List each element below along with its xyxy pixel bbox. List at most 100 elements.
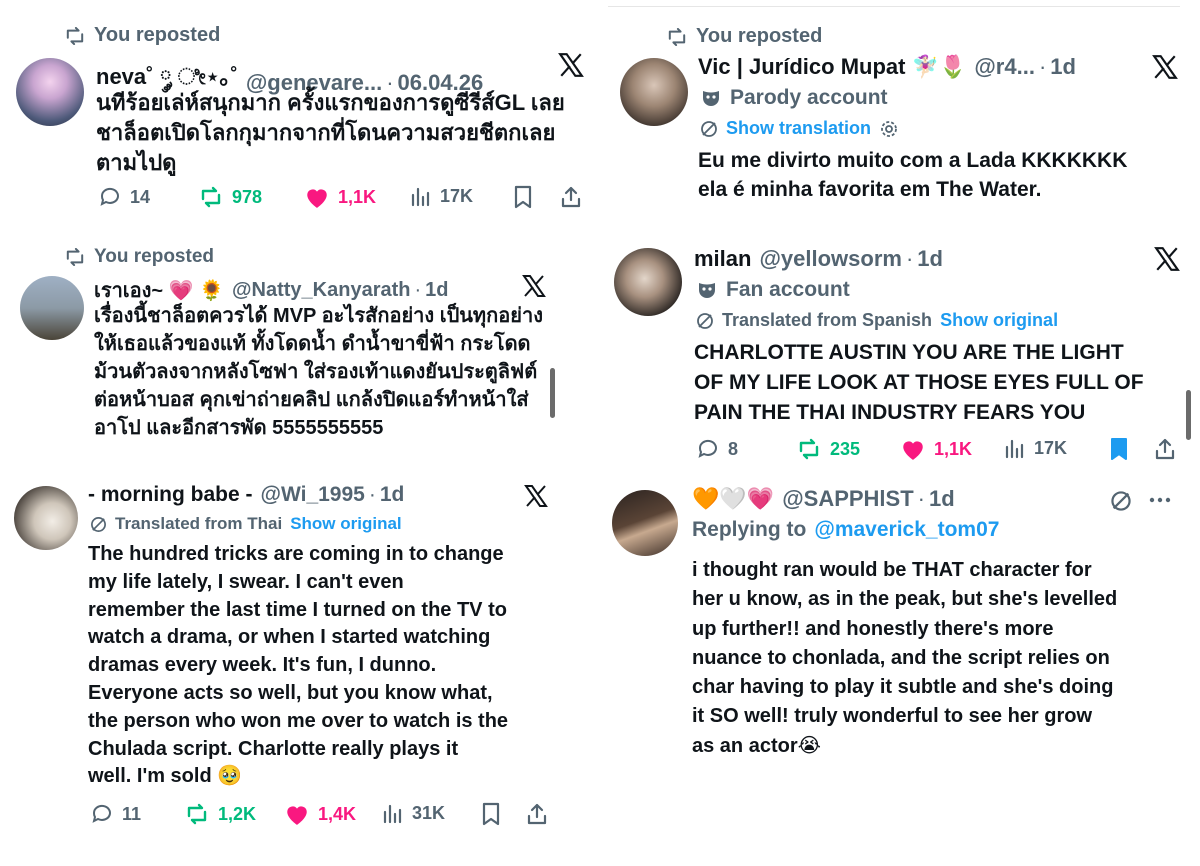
bookmark-button[interactable] [480,802,502,826]
reply-icon [100,187,119,206]
bookmark-icon [1111,438,1127,460]
globe-icon [701,120,717,137]
avatar[interactable] [614,248,682,316]
timestamp[interactable]: 1d [1050,54,1076,80]
tweet-line: her u know, as in the peak, but she's le… [692,588,1118,611]
handle[interactable]: @r4... [974,54,1035,80]
scrollbar-thumb[interactable] [550,368,555,418]
tweet-header: Vic | Jurídico Mupat 🧚🏻‍♀️🌷 @r4... · 1d [698,54,1076,80]
more-icon[interactable] [1148,496,1172,504]
tweet-line: Everyone acts so well, but you know what… [88,681,493,704]
tweet-line: PAIN THE THAI INDUSTRY FEARS YOU [694,401,1086,424]
tweet-line: ตามไปดู [96,150,177,175]
show-original-link[interactable]: Show original [290,514,401,534]
handle[interactable]: @Wi_1995 [261,483,365,507]
like-button[interactable]: 1,1K [304,185,376,209]
share-button[interactable] [526,802,548,826]
views-icon [1005,439,1024,459]
display-name[interactable]: Vic | Jurídico Mupat 🧚🏻‍♀️🌷 [698,54,966,80]
tweet-text: เรื่องนี้ชาล็อตควรได้ MVP อะไรสักอย่าง เ… [94,302,554,442]
repost-button[interactable]: 978 [198,185,262,209]
bookmark-button[interactable] [512,185,534,209]
views-button[interactable]: 17K [410,185,473,207]
x-logo-icon [522,275,546,297]
show-translation-link[interactable]: Show translation [726,118,871,139]
parody-label: Parody account [730,86,888,109]
tweet-text: The hundred tricks are coming in to chan… [88,541,558,791]
timestamp[interactable]: 1d [929,486,955,512]
repost-icon [799,438,819,460]
views-count: 17K [440,185,474,206]
globe-icon[interactable] [1110,490,1132,512]
repost-icon [66,26,84,45]
mask-icon [703,91,719,106]
tweet-line: dramas every week. It's fun, I dunno. [88,654,437,677]
avatar[interactable] [612,490,678,556]
display-name[interactable]: - morning babe - [88,483,253,507]
repost-icon [201,186,221,208]
tweet-line: ม้วนตัวลงจากหลังโซฟา ใส่รองเท้าแดงยันประ… [94,361,538,383]
views-button[interactable]: 17K [1004,437,1067,459]
tweet-header: - morning babe - @Wi_1995 · 1d [88,483,404,507]
timestamp[interactable]: 1d [380,483,405,507]
avatar[interactable] [20,276,84,340]
tweet-line: char having to play it subtle and she's … [692,676,1114,699]
scrollbar-thumb[interactable] [1186,390,1191,440]
tweet-line: Chulada script. Charlotte really plays i… [88,737,459,760]
repost-button[interactable]: 235 [796,437,860,461]
repost-count: 235 [830,438,861,459]
tweet-line: ต่อหน้าบอส คุกเข่าถ่ายคลิป แกล้งปิดแอร์ท… [94,389,529,411]
bookmark-icon [482,802,500,826]
show-original-link[interactable]: Show original [940,310,1058,331]
tweet-line: my life lately, I swear. I can't even [88,570,404,593]
reply-button[interactable]: 11 [90,802,141,826]
repost-indicator: You reposted [64,246,214,268]
account-label: Parody account [700,86,888,110]
reply-count: 11 [122,803,142,824]
replying-to-link[interactable]: @maverick_tom07 [814,518,999,542]
share-button[interactable] [1154,437,1176,461]
translated-label: Translated from Spanish [722,310,933,330]
like-button[interactable]: 1,1K [900,437,972,461]
share-button[interactable] [560,185,582,209]
repost-icon [66,248,84,266]
display-name[interactable]: milan [694,246,751,272]
tweet-line: up further!! and honestly there's more [692,617,1054,640]
handle[interactable]: @SAPPHlST [782,486,913,512]
views-icon [411,187,430,207]
timestamp[interactable]: 1d [425,279,448,302]
repost-indicator: You reposted [64,24,220,47]
x-logo-icon [558,53,584,77]
handle[interactable]: @yellowsorm [759,246,902,272]
top-border [608,6,1180,7]
gear-icon[interactable] [879,119,899,139]
views-count: 31K [412,802,446,823]
like-button[interactable]: 1,4K [284,802,356,826]
tweet-line: OF MY LIFE LOOK AT THOSE EYES FULL OF [694,371,1144,394]
reply-button[interactable]: 8 [696,437,738,461]
tweet-header: 🧡🤍💗 @SAPPHlST · 1d [692,486,955,512]
replying-prefix: Replying to [692,518,807,541]
tweet-line: ชาล็อตเปิดโลกกุมากจากที่โดนความสวยชีตกเล… [96,120,556,145]
display-name[interactable]: 🧡🤍💗 [692,486,774,512]
tweet-line: as an actor😭 [692,734,821,757]
reply-count: 8 [728,438,739,459]
translation-row: Translated from Thai Show original [90,514,402,534]
avatar[interactable] [14,486,78,550]
heart-icon [287,806,307,825]
tweet-line: นทีร้อยเล่ห์สนุกมาก ครั้งแรกของการดูซีรี… [96,90,565,115]
replying-to-row: Replying to @maverick_tom07 [692,518,999,542]
reply-button[interactable]: 14 [98,185,150,209]
x-logo-icon [1154,247,1180,271]
repost-button[interactable]: 1,2K [184,802,256,826]
bookmark-button[interactable] [1108,437,1130,461]
views-button[interactable]: 31K [382,802,445,824]
tweet-text: i thought ran would be THAT character fo… [692,556,1182,761]
handle[interactable]: @Natty_Kanyarath [232,279,410,302]
timestamp[interactable]: 1d [917,246,943,272]
like-count: 1,1K [338,186,377,207]
avatar[interactable] [16,58,84,126]
bookmark-icon [514,185,532,209]
translation-row: Translated from Spanish Show original [696,310,1058,331]
avatar[interactable] [620,58,688,126]
